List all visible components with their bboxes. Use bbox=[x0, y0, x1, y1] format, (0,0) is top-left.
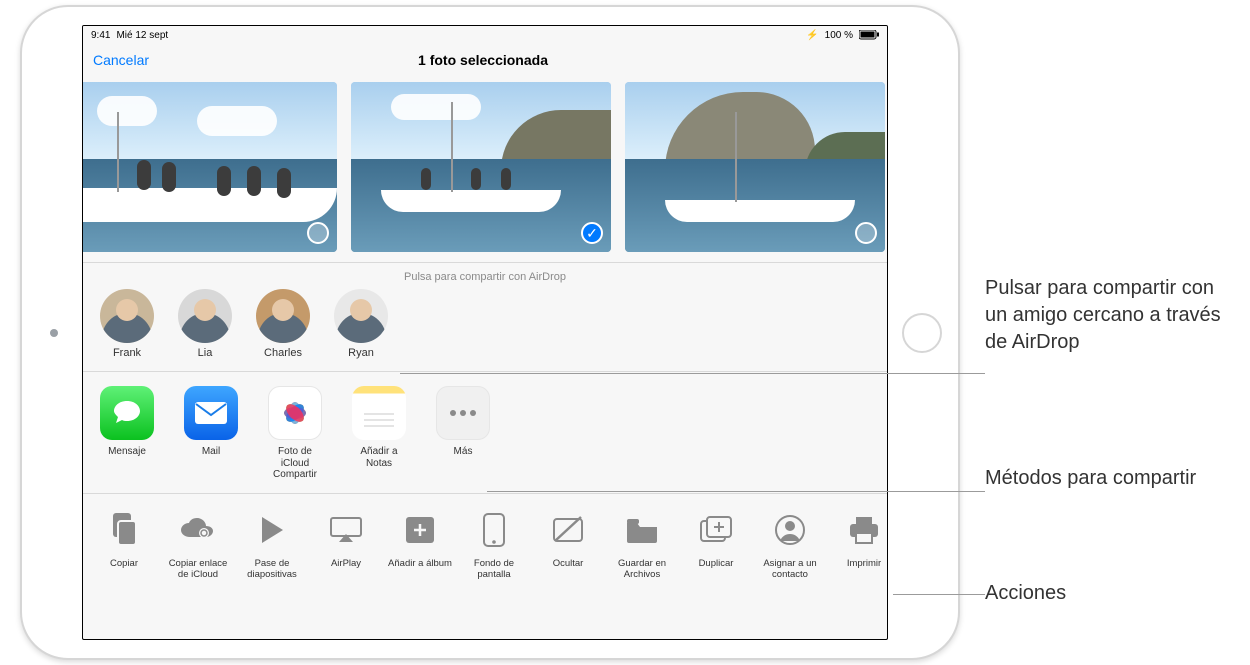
action-label: Copiar bbox=[91, 558, 157, 569]
photo-thumb[interactable] bbox=[83, 82, 337, 252]
airdrop-contact[interactable]: Charles bbox=[253, 289, 313, 359]
callout-text: Pulsar para compartir con un amigo cerca… bbox=[985, 277, 1221, 353]
airplay-icon bbox=[320, 508, 372, 552]
action-label: Pase de diapositivas bbox=[239, 558, 305, 580]
airdrop-contact[interactable]: Ryan bbox=[331, 289, 391, 359]
selection-circle[interactable] bbox=[307, 222, 329, 244]
play-icon bbox=[246, 508, 298, 552]
print-icon bbox=[838, 508, 887, 552]
action-duplicate[interactable]: Duplicar bbox=[683, 508, 749, 580]
avatar bbox=[334, 289, 388, 343]
airdrop-section: Pulsa para compartir con AirDrop Frank L… bbox=[83, 263, 887, 372]
selection-circle[interactable] bbox=[855, 222, 877, 244]
app-label: Añadir a Notas bbox=[349, 446, 409, 469]
status-time: 9:41 bbox=[91, 30, 110, 41]
photo-strip[interactable]: ✓ bbox=[83, 76, 887, 263]
share-app-mail[interactable]: Mail bbox=[181, 386, 241, 481]
photos-icon bbox=[268, 386, 322, 440]
app-label: Foto de iCloud Compartir bbox=[265, 446, 325, 481]
contact-name: Charles bbox=[264, 347, 302, 359]
share-app-icloud-photo[interactable]: Foto de iCloud Compartir bbox=[265, 386, 325, 481]
share-app-more[interactable]: Más bbox=[433, 386, 493, 481]
airdrop-row: Frank Lia Charles Ryan bbox=[83, 285, 887, 371]
copy-icon bbox=[98, 508, 150, 552]
action-label: Copiar enlace de iCloud bbox=[165, 558, 231, 580]
contact-name: Frank bbox=[113, 347, 141, 359]
callout-airdrop: Pulsar para compartir con un amigo cerca… bbox=[985, 275, 1235, 356]
contact-name: Ryan bbox=[348, 347, 374, 359]
selection-checkmark-icon[interactable]: ✓ bbox=[581, 222, 603, 244]
airdrop-hint: Pulsa para compartir con AirDrop bbox=[83, 263, 887, 285]
contact-name: Lia bbox=[198, 347, 213, 359]
duplicate-icon bbox=[690, 508, 742, 552]
action-print[interactable]: Imprimir bbox=[831, 508, 887, 580]
status-battery: 100 % bbox=[825, 30, 853, 41]
more-icon bbox=[436, 386, 490, 440]
nav-bar: Cancelar 1 foto seleccionada bbox=[83, 44, 887, 76]
avatar bbox=[100, 289, 154, 343]
folder-icon bbox=[616, 508, 668, 552]
app-label: Más bbox=[433, 446, 493, 458]
screen: 9:41 Mié 12 sept ⚡ 100 % Cancelar 1 foto… bbox=[82, 25, 888, 640]
action-label: Fondo de pantalla bbox=[461, 558, 527, 580]
cancel-button[interactable]: Cancelar bbox=[93, 52, 149, 68]
action-copy[interactable]: Copiar bbox=[91, 508, 157, 580]
notes-icon bbox=[352, 386, 406, 440]
contact-icon bbox=[764, 508, 816, 552]
cloud-link-icon bbox=[172, 508, 224, 552]
messages-icon bbox=[100, 386, 154, 440]
callout-text: Métodos para compartir bbox=[985, 467, 1196, 489]
photo-thumb[interactable] bbox=[625, 82, 885, 252]
action-label: AirPlay bbox=[313, 558, 379, 569]
callout-text: Acciones bbox=[985, 582, 1066, 604]
action-label: Guardar en Archivos bbox=[609, 558, 675, 580]
battery-icon bbox=[859, 30, 879, 40]
status-charging-icon: ⚡ bbox=[806, 30, 818, 41]
page-title: 1 foto seleccionada bbox=[149, 52, 817, 68]
action-assign-contact[interactable]: Asignar a un contacto bbox=[757, 508, 823, 580]
callout-actions: Acciones bbox=[985, 580, 1185, 607]
action-label: Ocultar bbox=[535, 558, 601, 569]
avatar bbox=[178, 289, 232, 343]
status-bar: 9:41 Mié 12 sept ⚡ 100 % bbox=[83, 26, 887, 44]
share-apps-section: Mensaje Mail bbox=[83, 372, 887, 494]
action-airplay[interactable]: AirPlay bbox=[313, 508, 379, 580]
home-button[interactable] bbox=[902, 313, 942, 353]
add-album-icon bbox=[394, 508, 446, 552]
action-add-to-album[interactable]: Añadir a álbum bbox=[387, 508, 453, 580]
status-date: Mié 12 sept bbox=[116, 30, 168, 41]
actions-row: Copiar Copiar enlace de iCloud Pase de d… bbox=[83, 494, 887, 594]
ipad-frame: 9:41 Mié 12 sept ⚡ 100 % Cancelar 1 foto… bbox=[20, 5, 960, 660]
action-label: Añadir a álbum bbox=[387, 558, 453, 569]
action-label: Duplicar bbox=[683, 558, 749, 569]
action-hide[interactable]: Ocultar bbox=[535, 508, 601, 580]
wallpaper-icon bbox=[468, 508, 520, 552]
action-slideshow[interactable]: Pase de diapositivas bbox=[239, 508, 305, 580]
action-label: Imprimir bbox=[831, 558, 887, 569]
avatar bbox=[256, 289, 310, 343]
share-app-notes[interactable]: Añadir a Notas bbox=[349, 386, 409, 481]
share-app-messages[interactable]: Mensaje bbox=[97, 386, 157, 481]
action-wallpaper[interactable]: Fondo de pantalla bbox=[461, 508, 527, 580]
action-label: Asignar a un contacto bbox=[757, 558, 823, 580]
hide-icon bbox=[542, 508, 594, 552]
airdrop-contact[interactable]: Lia bbox=[175, 289, 235, 359]
mail-icon bbox=[184, 386, 238, 440]
app-label: Mail bbox=[181, 446, 241, 458]
action-save-files[interactable]: Guardar en Archivos bbox=[609, 508, 675, 580]
action-copy-icloud-link[interactable]: Copiar enlace de iCloud bbox=[165, 508, 231, 580]
camera-dot bbox=[50, 329, 58, 337]
photo-thumb-selected[interactable]: ✓ bbox=[351, 82, 611, 252]
callout-share: Métodos para compartir bbox=[985, 465, 1215, 492]
airdrop-contact[interactable]: Frank bbox=[97, 289, 157, 359]
app-label: Mensaje bbox=[97, 446, 157, 458]
